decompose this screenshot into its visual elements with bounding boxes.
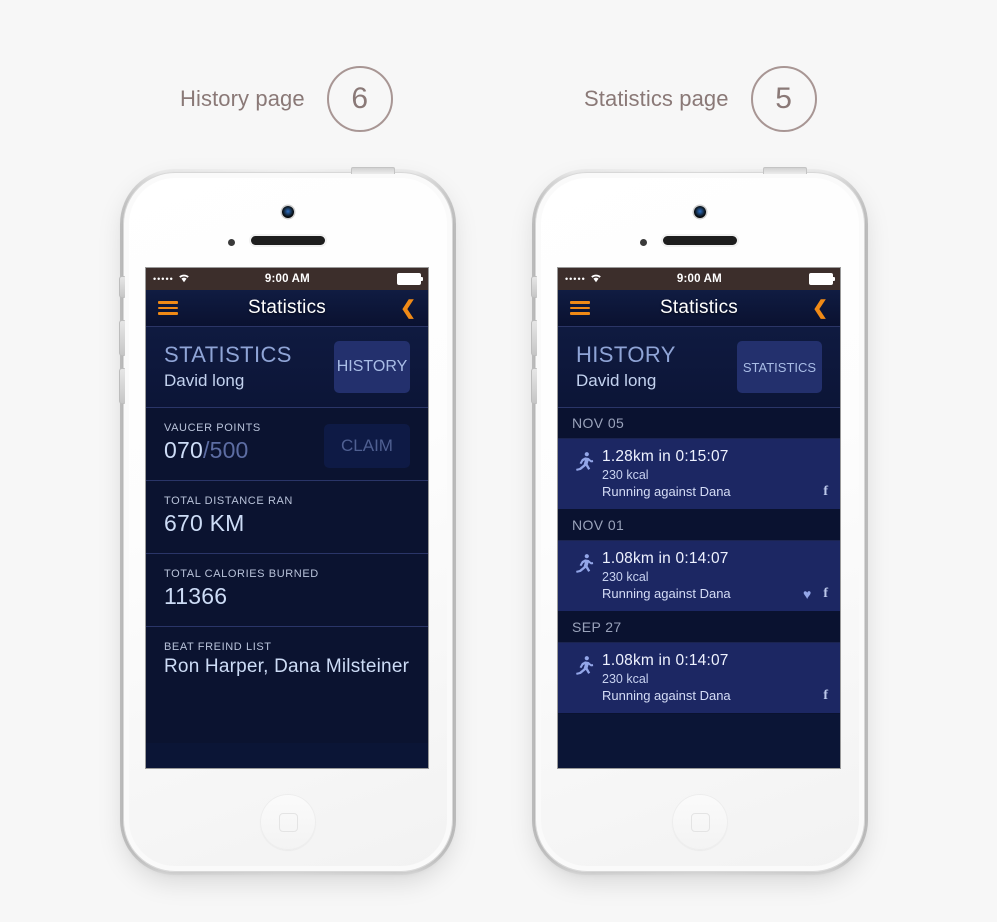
caption-number-badge: 6 — [326, 66, 393, 132]
battery-icon — [809, 273, 835, 285]
date-group-header: NOV 01 — [558, 510, 840, 541]
power-button[interactable] — [763, 167, 807, 174]
list-item[interactable]: 1.08km in 0:14:07 230 kcal Running again… — [558, 643, 840, 714]
run-distance-time: 1.08km in 0:14:07 — [602, 550, 729, 567]
signal-dots-icon: ••••• — [565, 273, 586, 284]
stat-row-vaucer-points: VAUCER POINTS 070/500 CLAIM — [146, 408, 428, 481]
run-actions: f — [823, 485, 828, 499]
run-distance-time: 1.08km in 0:14:07 — [602, 652, 729, 669]
stat-row-total-calories: TOTAL CALORIES BURNED 11366 — [146, 554, 428, 627]
ring-switch[interactable] — [119, 276, 125, 298]
date-group-header: SEP 27 — [558, 612, 840, 643]
status-bar-time: 9:00 AM — [676, 273, 722, 285]
profile-section-title: HISTORY — [576, 341, 676, 367]
facebook-share-icon[interactable]: f — [823, 689, 828, 703]
profile-header: STATISTICS David long HISTORY — [146, 327, 428, 408]
phone-mockup-history: ••••• 9:00 AM Statistics ❮ HISTORY David… — [531, 167, 868, 875]
volume-down-button[interactable] — [531, 368, 537, 404]
run-opponent: Running against Dana — [602, 586, 731, 601]
runner-icon — [572, 550, 602, 601]
vaucer-points-total: /500 — [202, 437, 249, 463]
stat-row-total-distance: TOTAL DISTANCE RAN 670 KM — [146, 481, 428, 554]
stat-label: TOTAL DISTANCE RAN — [164, 495, 293, 507]
history-toggle-button[interactable]: HISTORY — [334, 341, 410, 393]
list-item[interactable]: 1.08km in 0:14:07 230 kcal Running again… — [558, 541, 840, 612]
vaucer-points-current: 070 — [164, 437, 203, 463]
status-bar-time: 9:00 AM — [264, 273, 310, 285]
profile-header: HISTORY David long STATISTICS — [558, 327, 840, 408]
proximity-sensor — [228, 239, 235, 246]
volume-up-button[interactable] — [119, 320, 125, 356]
stat-value: Ron Harper, Dana Milsteiner — [164, 656, 410, 677]
status-bar: ••••• 9:00 AM — [558, 268, 840, 290]
claim-button[interactable]: CLAIM — [324, 424, 410, 468]
hamburger-menu-icon[interactable] — [158, 301, 178, 315]
profile-section-title: STATISTICS — [164, 341, 292, 367]
facebook-share-icon[interactable]: f — [823, 485, 828, 499]
phone-screen: ••••• 9:00 AM Statistics ❮ STATISTICS Da… — [146, 268, 428, 768]
navigation-bar: Statistics ❮ — [146, 290, 428, 327]
caption-label: Statistics page — [584, 86, 729, 111]
volume-down-button[interactable] — [119, 368, 125, 404]
runner-icon — [572, 652, 602, 703]
home-button[interactable] — [672, 794, 728, 850]
page-title: Statistics — [247, 297, 327, 318]
run-opponent: Running against Dana — [602, 688, 731, 703]
stat-value: 670 KM — [164, 510, 245, 536]
run-calories: 230 kcal — [602, 672, 649, 686]
front-camera — [694, 206, 706, 218]
hamburger-menu-icon[interactable] — [570, 301, 590, 315]
status-bar: ••••• 9:00 AM — [146, 268, 428, 290]
facebook-share-icon[interactable]: f — [823, 587, 828, 601]
profile-text-block: HISTORY David long — [576, 341, 737, 392]
run-opponent: Running against Dana — [602, 484, 731, 499]
run-details: 1.28km in 0:15:07 230 kcal Running again… — [602, 448, 826, 499]
stat-label: BEAT FREIND LIST — [164, 641, 272, 653]
earpiece-speaker — [663, 236, 737, 245]
home-button[interactable] — [260, 794, 316, 850]
phone-mockup-statistics: ••••• 9:00 AM Statistics ❮ STATISTICS Da… — [119, 167, 456, 875]
battery-icon — [397, 273, 423, 285]
profile-text-block: STATISTICS David long — [164, 341, 334, 392]
run-actions: ♥ f — [803, 587, 828, 602]
run-distance-time: 1.28km in 0:15:07 — [602, 448, 729, 465]
run-calories: 230 kcal — [602, 468, 649, 482]
list-item[interactable]: 1.28km in 0:15:07 230 kcal Running again… — [558, 439, 840, 510]
earpiece-speaker — [251, 236, 325, 245]
caption-number-badge: 5 — [750, 66, 817, 132]
back-chevron-icon[interactable]: ❮ — [400, 299, 416, 318]
page-title: Statistics — [659, 297, 739, 318]
date-group-header: NOV 05 — [558, 408, 840, 439]
volume-up-button[interactable] — [531, 320, 537, 356]
run-actions: f — [823, 689, 828, 703]
caption-history-page: History page 6 — [180, 66, 393, 132]
proximity-sensor — [640, 239, 647, 246]
navigation-bar: Statistics ❮ — [558, 290, 840, 327]
profile-user-name: David long — [164, 371, 245, 391]
runner-icon — [572, 448, 602, 499]
power-button[interactable] — [351, 167, 395, 174]
phone-screen: ••••• 9:00 AM Statistics ❮ HISTORY David… — [558, 268, 840, 768]
statistics-toggle-button[interactable]: STATISTICS — [737, 341, 822, 393]
profile-user-name: David long — [576, 371, 657, 391]
run-details: 1.08km in 0:14:07 230 kcal Running again… — [602, 550, 826, 601]
back-chevron-icon[interactable]: ❮ — [812, 299, 828, 318]
signal-dots-icon: ••••• — [153, 273, 174, 284]
heart-like-icon[interactable]: ♥ — [803, 587, 811, 601]
stat-value: 11366 — [164, 583, 228, 609]
run-details: 1.08km in 0:14:07 230 kcal Running again… — [602, 652, 826, 703]
caption-label: History page — [180, 86, 305, 111]
stat-row-beat-friend-list: BEAT FREIND LIST Ron Harper, Dana Milste… — [146, 627, 428, 743]
caption-statistics-page: Statistics page 5 — [584, 66, 817, 132]
ring-switch[interactable] — [531, 276, 537, 298]
run-calories: 230 kcal — [602, 570, 649, 584]
stat-label: TOTAL CALORIES BURNED — [164, 568, 319, 580]
front-camera — [282, 206, 294, 218]
